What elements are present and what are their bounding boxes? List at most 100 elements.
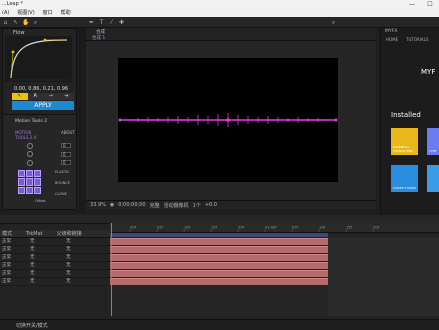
layer-parent[interactable]: 无 (66, 254, 71, 261)
anchor-cell[interactable] (26, 178, 33, 186)
plugin-card-essential-transitions[interactable]: ESSENTIAL TRANSITIONS (391, 128, 418, 155)
ruler-tick-label: 00f (130, 225, 137, 229)
layer-mode[interactable]: 正常 (0, 270, 30, 277)
layer-trkmat[interactable]: 无 (30, 238, 66, 245)
toggle-switches-label[interactable]: 切换开关/模式 (16, 322, 48, 329)
ruler-tick-label: 15f (346, 225, 353, 229)
layer-trkmat[interactable]: 无 (30, 270, 66, 277)
camera-icon[interactable]: ◉ (110, 202, 114, 208)
layer-parent[interactable]: 无 (66, 238, 71, 245)
layer-mode[interactable]: 正常 (0, 238, 30, 245)
layer-mode[interactable]: 正常 (0, 254, 30, 261)
ruler-tick-label: 10f (319, 225, 326, 229)
timecode-display[interactable]: 0;00;00;00 (118, 202, 145, 208)
layer-column-headers: 模式 TrkMat 父级和链接 (0, 230, 110, 238)
time-ruler[interactable]: 00f 05f 10f 15f 20f 01:00f 05f 10f 15f 20f (110, 223, 439, 233)
apply-button[interactable]: APPLY (12, 101, 74, 110)
flow-tool-button[interactable]: A (28, 93, 44, 100)
myfx-tab[interactable]: MYFX (385, 29, 397, 34)
flow-tool-button[interactable]: ↖ (12, 93, 28, 100)
plugin-card-lower-thirds[interactable]: LOWER THIRDS (391, 165, 418, 192)
layer-rows: 正常无无正常无无正常无无正常无无正常无无正常无无 (0, 238, 110, 286)
playhead[interactable] (111, 223, 112, 316)
anchor-ring-icon[interactable] (27, 160, 33, 166)
layer-parent[interactable]: 无 (66, 278, 71, 285)
menu-item[interactable]: (A) (2, 9, 9, 17)
anchor-cell[interactable] (26, 186, 33, 194)
layer-row[interactable]: 正常无无 (0, 262, 110, 270)
work-area-bar[interactable] (110, 233, 328, 237)
anchor-cell[interactable] (34, 178, 41, 186)
layer-trkmat[interactable]: 无 (30, 262, 66, 269)
layer-row[interactable]: 正常无无 (0, 278, 110, 286)
resolution-dropdown[interactable]: 完整 (150, 202, 160, 209)
anchor-cell[interactable] (26, 170, 33, 178)
anchor-ring-icon[interactable] (27, 143, 33, 149)
myfx-logo: MYF (421, 68, 436, 76)
offset-button[interactable]: Offset (35, 199, 46, 203)
layer-row[interactable]: 正常无无 (0, 254, 110, 262)
layer-parent[interactable]: 无 (66, 246, 71, 253)
layer-mode[interactable]: 正常 (0, 262, 30, 269)
layer-row[interactable]: 正常无无 (0, 246, 110, 254)
anchor-cell[interactable] (34, 170, 41, 178)
flow-tool-button[interactable]: ⇥ (59, 93, 75, 100)
minimize-button[interactable]: — (403, 0, 421, 9)
anchor-grid[interactable] (18, 170, 42, 194)
flow-tool-button[interactable]: → (43, 93, 59, 100)
layer-parent[interactable]: 无 (66, 262, 71, 269)
layer-mode[interactable]: 正常 (0, 278, 30, 285)
anchor-cell[interactable] (18, 178, 25, 186)
motion-input[interactable]: 0 (61, 160, 71, 165)
type-tool-icon[interactable]: T (98, 19, 105, 26)
search-icon[interactable]: ⌕ (330, 19, 337, 26)
layer-trkmat[interactable]: 无 (30, 254, 66, 261)
camera-dropdown[interactable]: 活动摄像机 (164, 202, 189, 209)
select-tool-icon[interactable]: ↖ (12, 19, 19, 26)
layer-mode[interactable]: 正常 (0, 246, 30, 253)
tab-home[interactable]: HOME (386, 37, 398, 43)
myfx-panel: MYFX MYF (380, 28, 439, 223)
home-icon[interactable]: ⌂ (2, 19, 9, 26)
layer-row[interactable]: 正常无无 (0, 270, 110, 278)
flow-curve-graph[interactable] (5, 36, 72, 82)
exposure-value[interactable]: +0.0 (205, 202, 217, 208)
layer-row[interactable]: 正常无无 (0, 238, 110, 246)
column-trkmat: TrkMat (26, 231, 43, 237)
layer-trkmat[interactable]: 无 (30, 278, 66, 285)
motion-input[interactable]: 0 (61, 152, 71, 157)
pen-tool-icon[interactable]: ✒ (88, 19, 95, 26)
plugin-card-type[interactable]: TYPE (427, 128, 439, 155)
hand-tool-icon[interactable]: ✋ (22, 19, 29, 26)
views-dropdown[interactable]: 1个 (193, 202, 201, 209)
motion-tools-tab[interactable]: Motion Tools 2 (15, 119, 47, 124)
anchor-cell[interactable] (34, 186, 41, 194)
timeline-empty-area (110, 285, 328, 315)
brush-tool-icon[interactable]: ⁄ (108, 19, 115, 26)
ruler-tick-label: 05f (292, 225, 299, 229)
flow-bezier-values[interactable]: 0.00, 0.86, 0.21, 0.96 (14, 86, 68, 92)
bounce-button[interactable]: BOUNCE (55, 181, 70, 185)
layer-trkmat[interactable]: 无 (30, 246, 66, 253)
elastic-button[interactable]: ELASTIC (55, 170, 69, 174)
plugin-card[interactable] (427, 165, 439, 192)
anchor-cell[interactable] (18, 170, 25, 178)
composition-header: 合成 合成 1 (86, 28, 376, 41)
menu-item[interactable]: 窗口 (43, 9, 53, 17)
menu-item[interactable]: 帮助 (61, 9, 71, 17)
zoom-dropdown[interactable]: 33.9% (90, 202, 106, 208)
menu-item[interactable]: 视图(V) (17, 9, 34, 17)
motion-tools-panel: Motion Tools 2 MOTION TOOLS 2.X ABOUT 0 … (2, 114, 77, 210)
clone-button[interactable]: CLONE (55, 192, 67, 196)
maximize-button[interactable]: ☐ (421, 0, 439, 9)
layer-parent[interactable]: 无 (66, 270, 71, 277)
effects-strip (78, 28, 86, 213)
anchor-cell[interactable] (18, 186, 25, 194)
zoom-tool-icon[interactable]: ⌕ (32, 19, 39, 26)
anchor-ring-icon[interactable] (27, 151, 33, 157)
motion-input[interactable]: 0 (61, 143, 71, 148)
window-controls: — ☐ (403, 0, 439, 9)
about-button[interactable]: ABOUT (61, 130, 75, 135)
pin-tool-icon[interactable]: ✚ (118, 19, 125, 26)
tab-tutorials[interactable]: TUTORIALS (406, 37, 428, 43)
